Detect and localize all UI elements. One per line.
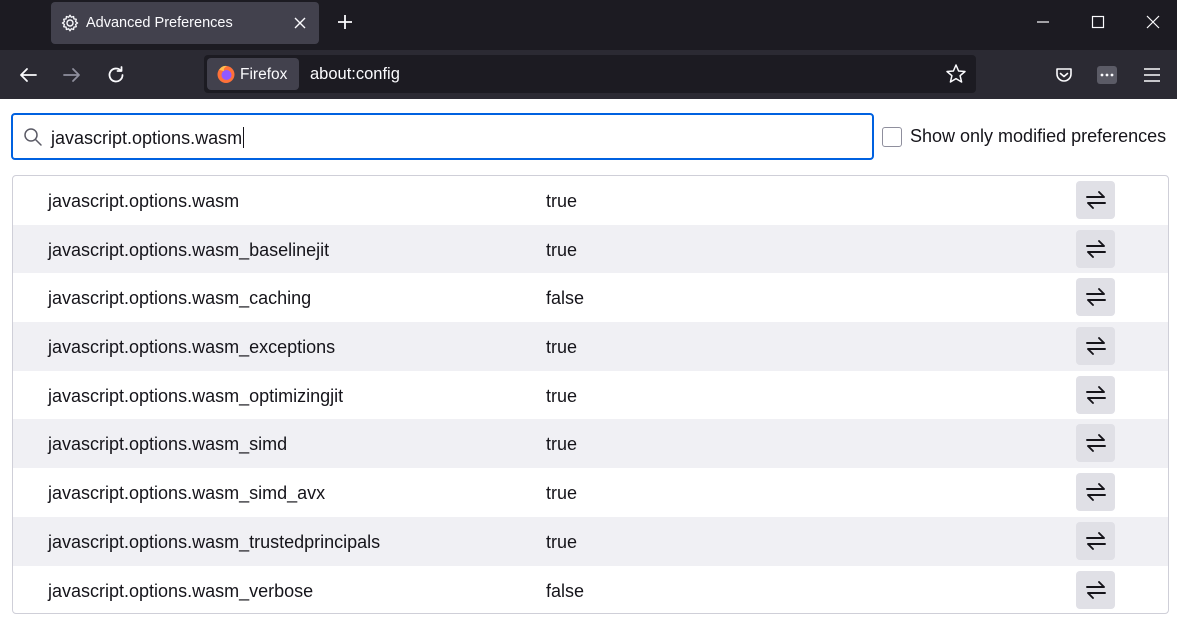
toggle-arrows-icon — [1085, 580, 1106, 599]
hamburger-menu-icon[interactable] — [1139, 62, 1165, 88]
preference-name: javascript.options.wasm_simd — [48, 434, 288, 455]
preference-row: javascript.options.wasm_baselinejit true — [13, 224, 1168, 274]
preference-name: javascript.options.wasm_optimizingjit — [48, 385, 344, 406]
preference-name: javascript.options.wasm_caching — [48, 288, 312, 309]
preference-value[interactable]: true — [546, 240, 577, 261]
preference-row: javascript.options.wasm_simd_avx true — [13, 468, 1168, 517]
text-caret — [243, 127, 245, 148]
close-tab-icon[interactable] — [290, 13, 310, 33]
new-tab-plus-icon[interactable] — [333, 10, 357, 34]
toggle-arrows-icon — [1085, 191, 1106, 209]
show-modified-checkbox[interactable] — [882, 126, 902, 147]
toggle-arrows-icon — [1085, 434, 1106, 453]
toggle-arrows-icon — [1085, 239, 1106, 258]
toggle-button[interactable] — [1076, 375, 1115, 414]
minimize-icon[interactable] — [1031, 10, 1055, 34]
preference-value[interactable]: false — [546, 288, 584, 309]
toggle-arrows-icon — [1085, 531, 1106, 550]
toggle-button[interactable] — [1076, 570, 1115, 609]
preference-name: javascript.options.wasm_exceptions — [48, 337, 336, 358]
toggle-button[interactable] — [1076, 229, 1115, 268]
preference-name: javascript.options.wasm_baselinejit — [48, 239, 330, 260]
identity-box[interactable]: Firefox — [207, 58, 299, 90]
show-modified-label: Show only modified preferences — [910, 126, 1167, 146]
toggle-button[interactable] — [1076, 424, 1115, 463]
firefox-logo-icon — [216, 64, 236, 84]
extension-icon[interactable] — [1097, 66, 1117, 84]
pocket-icon[interactable] — [1051, 62, 1077, 88]
preference-name: javascript.options.wasm_simd_avx — [48, 483, 326, 504]
toggle-arrows-icon — [1085, 337, 1106, 356]
tab-title: Advanced Preferences — [86, 15, 233, 31]
toggle-button[interactable] — [1076, 278, 1115, 317]
preference-name: javascript.options.wasm_verbose — [48, 580, 314, 601]
toggle-arrows-icon — [1085, 385, 1106, 404]
url-text[interactable]: about:config — [310, 65, 400, 84]
preference-row: javascript.options.wasm_simd true — [13, 419, 1168, 469]
preference-value[interactable]: true — [546, 532, 577, 553]
navigation-toolbar: Firefox about:config — [0, 50, 1177, 99]
preference-value[interactable]: true — [546, 386, 577, 407]
preference-name: javascript.options.wasm — [48, 191, 240, 211]
preference-value[interactable]: true — [546, 483, 577, 504]
preference-row: javascript.options.wasm_caching false — [13, 273, 1168, 322]
preference-name: javascript.options.wasm_trustedprincipal… — [48, 531, 381, 552]
preference-value[interactable]: true — [546, 191, 577, 212]
preference-row: javascript.options.wasm_verbose false — [13, 566, 1168, 614]
preference-value[interactable]: true — [546, 337, 577, 358]
preference-value[interactable]: true — [546, 434, 577, 455]
identity-label: Firefox — [240, 66, 288, 83]
preference-search-input[interactable]: javascript.options.wasm — [11, 113, 874, 160]
preference-value[interactable]: false — [546, 581, 584, 602]
toggle-arrows-icon — [1085, 288, 1106, 307]
maximize-icon[interactable] — [1086, 10, 1110, 34]
gear-icon — [61, 14, 79, 32]
toggle-button[interactable] — [1076, 181, 1115, 219]
preference-row: javascript.options.wasm_exceptions true — [13, 322, 1168, 371]
forward-arrow-icon[interactable] — [59, 62, 85, 88]
toggle-button[interactable] — [1076, 327, 1115, 366]
preference-row: javascript.options.wasm true — [13, 176, 1168, 225]
preference-row: javascript.options.wasm_trustedprincipal… — [13, 516, 1168, 566]
tab-strip: Advanced Preferences — [0, 0, 1177, 50]
toggle-arrows-icon — [1085, 483, 1106, 502]
toggle-button[interactable] — [1076, 521, 1115, 560]
show-modified-toggle[interactable]: Show only modified preferences — [882, 126, 1166, 147]
toggle-button[interactable] — [1076, 473, 1115, 512]
reload-icon[interactable] — [103, 62, 129, 88]
search-icon — [23, 127, 43, 147]
preferences-table: javascript.options.wasm true javascript.… — [12, 175, 1169, 614]
tab-advanced-preferences[interactable]: Advanced Preferences — [51, 2, 319, 44]
search-value: javascript.options.wasm — [51, 128, 243, 148]
url-bar[interactable]: Firefox about:config — [204, 55, 976, 93]
preference-row: javascript.options.wasm_optimizingjit tr… — [13, 371, 1168, 420]
back-arrow-icon[interactable] — [15, 62, 41, 88]
close-window-icon[interactable] — [1141, 10, 1165, 34]
bookmark-star-icon[interactable] — [945, 63, 967, 85]
